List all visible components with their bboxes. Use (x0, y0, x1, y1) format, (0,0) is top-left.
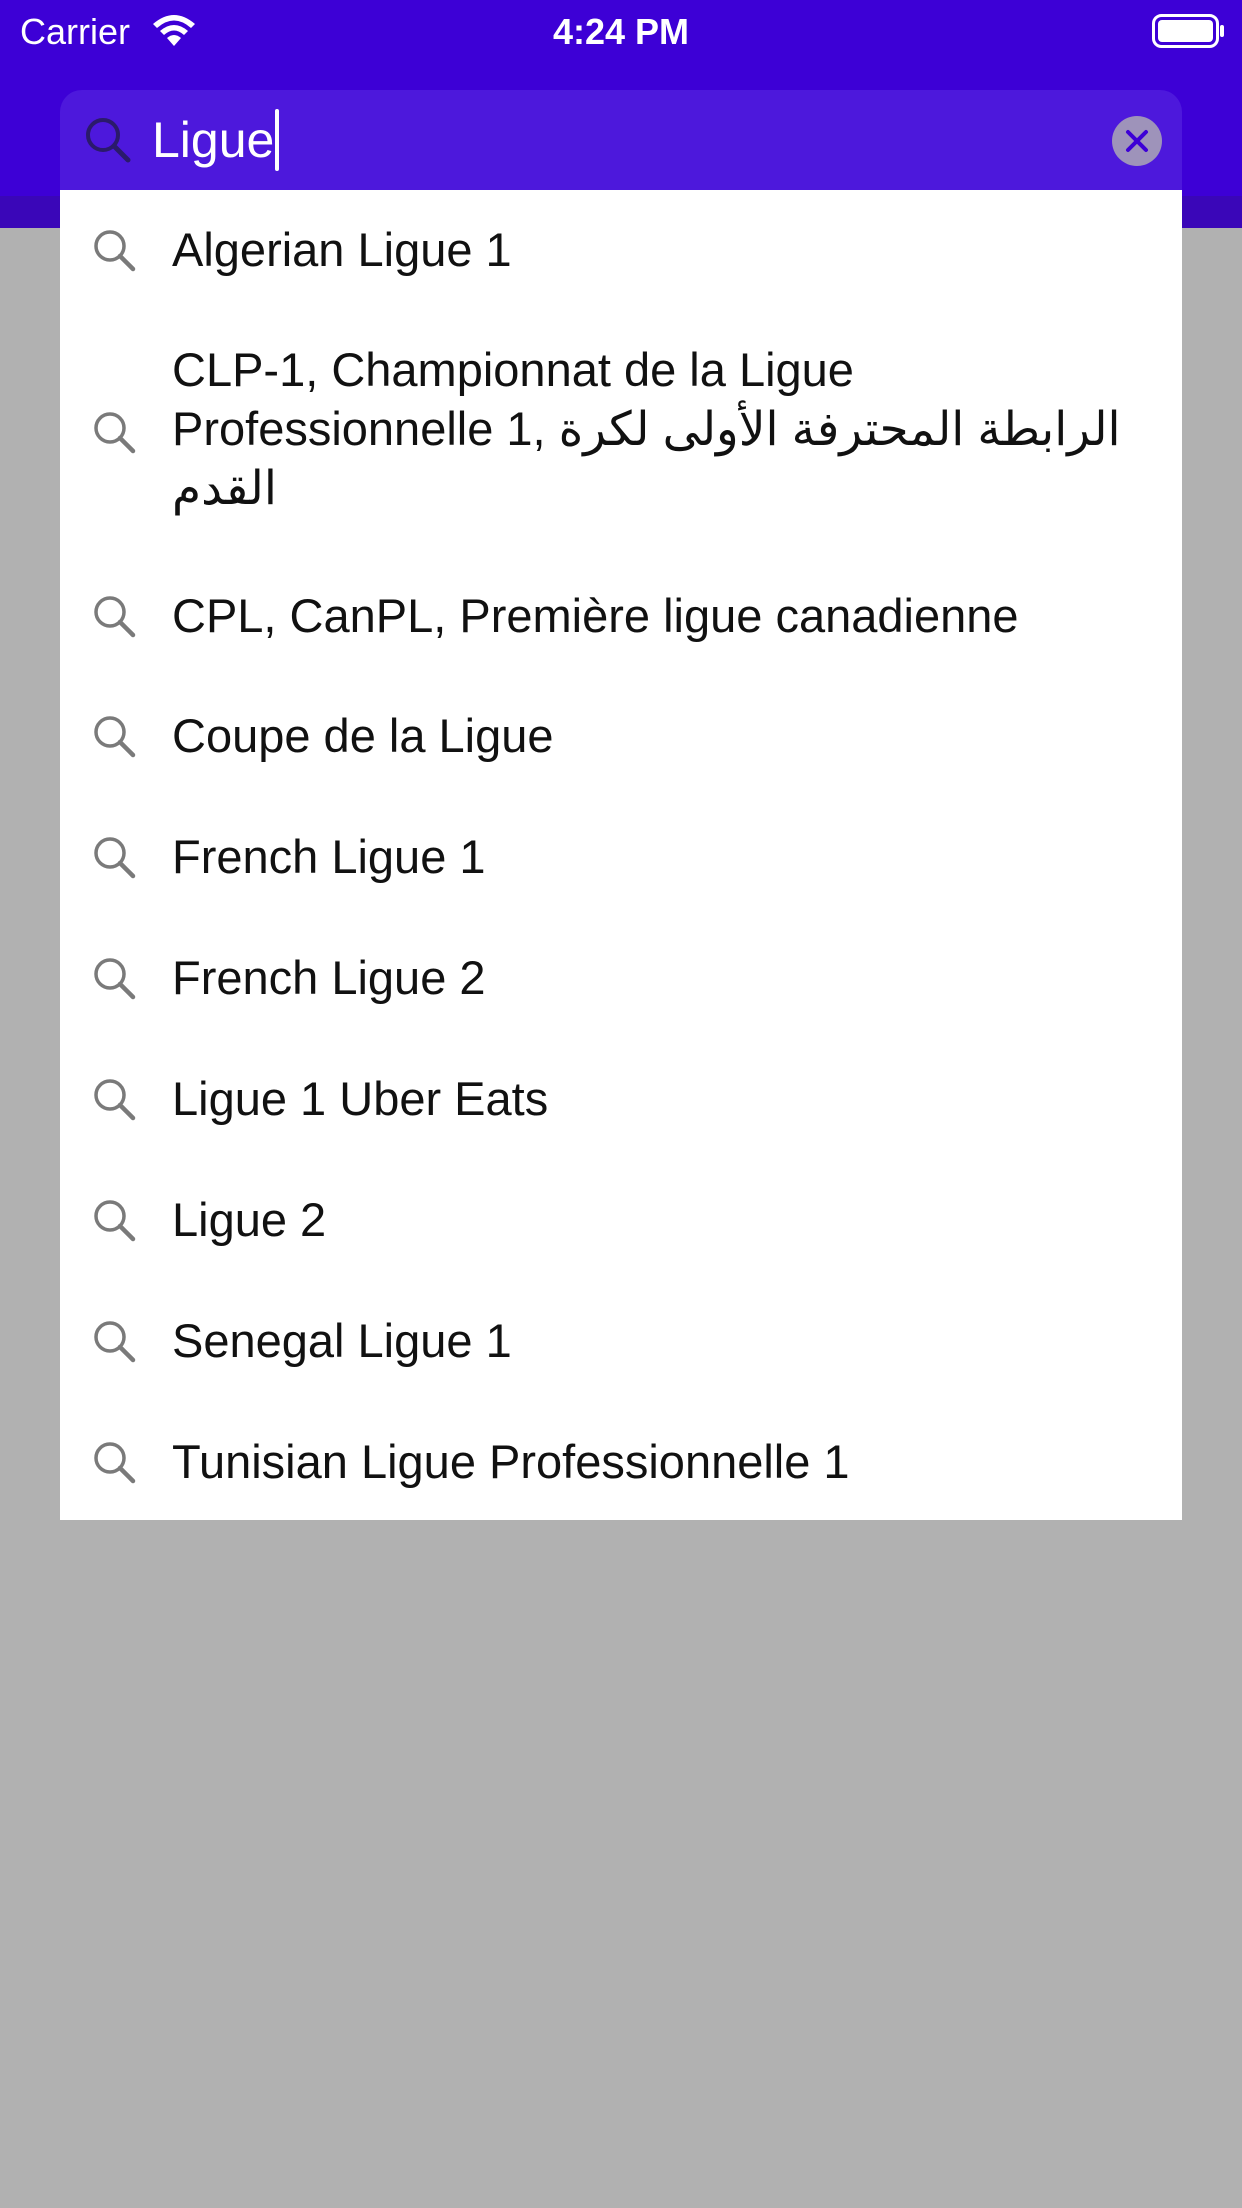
clear-icon (1126, 130, 1148, 152)
suggestion-label: French Ligue 2 (172, 951, 486, 1004)
search-icon (94, 596, 136, 638)
suggestion-label: Coupe de la Ligue (172, 709, 554, 762)
search-icon (94, 1442, 136, 1484)
suggestion-label: CPL, CanPL, Première ligue canadienne (172, 589, 1019, 642)
clock: 4:24 PM (552, 11, 690, 52)
search-input[interactable]: Ligue (152, 109, 280, 171)
suggestion-label: French Ligue 1 (172, 830, 486, 883)
search-icon (94, 230, 136, 272)
suggestion-label: Senegal Ligue 1 (172, 1314, 512, 1367)
status-bar: Carrier 4:24 PM (0, 0, 1242, 62)
suggestions-list: Algerian Ligue 1 CLP-1, Championnat de l… (60, 190, 1182, 1520)
suggestion-label: Ligue 2 (172, 1193, 327, 1246)
search-icon (94, 1200, 136, 1242)
suggestion-item[interactable]: Coupe de la Ligue (60, 676, 1182, 797)
suggestion-label: Tunisian Ligue Professionnelle 1 (172, 1435, 850, 1488)
battery-icon (1152, 14, 1224, 48)
search-icon (94, 1321, 136, 1363)
suggestion-label: Algerian Ligue 1 (172, 223, 512, 276)
suggestion-item[interactable]: Tunisian Ligue Professionnelle 1 (60, 1402, 1182, 1520)
search-icon (94, 958, 136, 1000)
suggestion-item[interactable]: French Ligue 1 (60, 797, 1182, 918)
search-icon (94, 412, 136, 454)
suggestion-label: CLP-1, Championnat de la Ligue Professio… (172, 343, 1121, 514)
search-icon (94, 837, 136, 879)
suggestion-item[interactable]: Ligue 1 Uber Eats (60, 1039, 1182, 1160)
clear-search-button[interactable] (1112, 116, 1162, 166)
search-icon (86, 118, 131, 163)
search-icon (94, 1079, 136, 1121)
suggestion-label: Ligue 1 Uber Eats (172, 1072, 549, 1125)
suggestion-item[interactable]: French Ligue 2 (60, 918, 1182, 1039)
suggestion-item[interactable]: CLP-1, Championnat de la Ligue Professio… (60, 310, 1182, 556)
search-icon (94, 716, 136, 758)
text-caret (275, 109, 280, 171)
search-query: Ligue (152, 112, 275, 168)
search-bar[interactable]: Ligue (60, 90, 1182, 190)
suggestion-item[interactable]: Senegal Ligue 1 (60, 1281, 1182, 1402)
suggestion-item[interactable]: Ligue 2 (60, 1160, 1182, 1281)
suggestion-item[interactable]: Algerian Ligue 1 (60, 190, 1182, 310)
suggestion-item[interactable]: CPL, CanPL, Première ligue canadienne (60, 556, 1182, 676)
